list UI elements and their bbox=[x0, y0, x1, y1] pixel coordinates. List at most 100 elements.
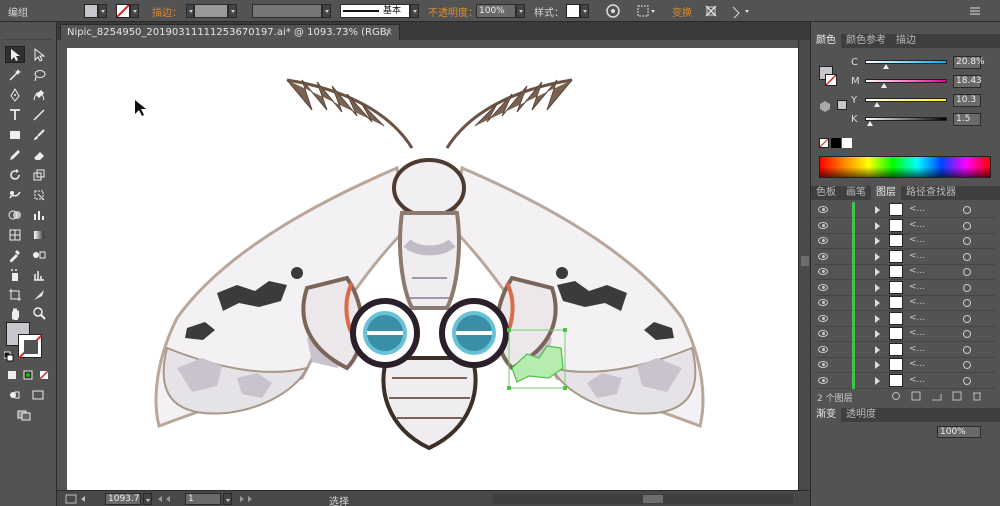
variable-width-dropdown[interactable] bbox=[252, 3, 331, 19]
black-swatch[interactable] bbox=[831, 138, 841, 148]
paintbrush-icon[interactable] bbox=[29, 126, 49, 143]
opacity-value[interactable]: 100% bbox=[476, 4, 516, 18]
artboard-dropdown-icon[interactable] bbox=[223, 493, 232, 505]
black-knob[interactable] bbox=[867, 121, 874, 126]
layer-row[interactable]: <... bbox=[815, 357, 995, 373]
fill-mode-none-icon[interactable] bbox=[34, 366, 54, 383]
horizontal-scroll-thumb[interactable] bbox=[643, 495, 663, 503]
tab-color[interactable]: 颜色 bbox=[811, 34, 841, 48]
stroke-color-swatch[interactable] bbox=[18, 334, 42, 358]
layer-name[interactable]: <... bbox=[909, 282, 925, 292]
expand-triangle-icon[interactable] bbox=[875, 221, 880, 230]
layer-row[interactable]: <... bbox=[815, 341, 995, 358]
layer-row[interactable]: <... bbox=[815, 295, 995, 311]
pencil-icon[interactable] bbox=[5, 146, 25, 163]
change-screen-mode-icon[interactable] bbox=[14, 406, 34, 423]
isolate-icon[interactable] bbox=[730, 3, 752, 19]
rectangle-tool-icon[interactable] bbox=[5, 126, 25, 143]
layer-name[interactable]: <... bbox=[909, 328, 925, 338]
panel-menu-icon[interactable] bbox=[968, 3, 982, 19]
target-circle-icon[interactable] bbox=[963, 237, 971, 245]
layer-name[interactable]: <... bbox=[909, 204, 925, 214]
symbol-sprayer-icon[interactable] bbox=[5, 266, 25, 283]
warp-tool-icon[interactable] bbox=[5, 186, 25, 203]
scale-tool-icon[interactable] bbox=[29, 166, 49, 183]
visibility-eye-icon[interactable] bbox=[818, 330, 828, 337]
lasso-icon[interactable] bbox=[29, 66, 49, 83]
target-circle-icon[interactable] bbox=[963, 361, 971, 369]
visibility-eye-icon[interactable] bbox=[818, 237, 828, 244]
type-tool-icon[interactable] bbox=[5, 106, 25, 123]
expand-triangle-icon[interactable] bbox=[875, 345, 880, 354]
brush-definition-dropdown[interactable]: 基本 bbox=[340, 3, 419, 19]
layer-row[interactable]: <... bbox=[815, 217, 995, 234]
expand-triangle-icon[interactable] bbox=[875, 376, 880, 385]
none-swatch[interactable] bbox=[819, 138, 829, 148]
layer-row[interactable]: <... bbox=[815, 248, 995, 265]
layer-name[interactable]: <... bbox=[909, 297, 925, 307]
rotate-tool-icon[interactable] bbox=[5, 166, 25, 183]
line-tool-icon[interactable] bbox=[29, 106, 49, 123]
zoom-dropdown-icon[interactable] bbox=[143, 493, 152, 505]
layer-name[interactable]: <... bbox=[909, 313, 925, 323]
first-artboard-icon[interactable] bbox=[157, 495, 181, 506]
color-spectrum[interactable] bbox=[819, 156, 991, 178]
locate-object-icon[interactable] bbox=[891, 391, 903, 404]
target-circle-icon[interactable] bbox=[963, 206, 971, 214]
layer-row[interactable]: <... bbox=[815, 233, 995, 249]
layer-name[interactable]: <... bbox=[909, 220, 925, 230]
yellow-slider[interactable]: Y 10.3 bbox=[851, 92, 1000, 108]
mesh-tool-icon[interactable] bbox=[5, 226, 25, 243]
layer-name[interactable]: <... bbox=[909, 375, 925, 385]
layer-row[interactable]: <... bbox=[815, 264, 995, 280]
yellow-knob[interactable] bbox=[874, 102, 881, 107]
artboard[interactable] bbox=[67, 48, 798, 490]
document-tab[interactable]: Nipic_8254950_20190311111253670197.ai* @… bbox=[60, 24, 400, 54]
transparency-opacity-field[interactable]: 100% bbox=[937, 426, 981, 438]
cyan-value[interactable]: 20.8% bbox=[953, 55, 985, 69]
selection-tool-icon[interactable] bbox=[5, 46, 25, 63]
target-circle-icon[interactable] bbox=[963, 299, 971, 307]
direct-selection-tool-icon[interactable] bbox=[29, 46, 49, 63]
artboard-number-field[interactable]: 1 bbox=[185, 493, 221, 505]
target-circle-icon[interactable] bbox=[963, 221, 971, 230]
layer-name[interactable]: <... bbox=[909, 251, 925, 261]
vertical-scrollbar[interactable] bbox=[798, 40, 810, 490]
tab-color-guide[interactable]: 颜色参考 bbox=[841, 34, 891, 48]
expand-triangle-icon[interactable] bbox=[875, 314, 880, 323]
black-slider[interactable]: K 1.5 bbox=[851, 111, 1000, 127]
expand-triangle-icon[interactable] bbox=[875, 206, 880, 214]
blend-tool-icon[interactable] bbox=[29, 246, 49, 263]
draw-mode-icon[interactable] bbox=[4, 386, 24, 403]
target-circle-icon[interactable] bbox=[963, 330, 971, 338]
white-swatch[interactable] bbox=[842, 138, 852, 148]
hand-tool-icon[interactable] bbox=[5, 304, 25, 321]
target-circle-icon[interactable] bbox=[963, 314, 971, 323]
magic-wand-icon[interactable] bbox=[5, 66, 25, 83]
layer-row[interactable]: <... bbox=[815, 202, 995, 218]
target-circle-icon[interactable] bbox=[963, 345, 971, 354]
gamut-swatch[interactable] bbox=[837, 100, 847, 110]
canvas-workspace[interactable] bbox=[57, 40, 798, 490]
expand-triangle-icon[interactable] bbox=[875, 268, 880, 276]
layer-name[interactable]: <... bbox=[909, 344, 925, 354]
expand-triangle-icon[interactable] bbox=[875, 252, 880, 261]
visibility-eye-icon[interactable] bbox=[818, 221, 828, 229]
fill-swatch-control[interactable] bbox=[84, 3, 107, 19]
target-circle-icon[interactable] bbox=[963, 283, 971, 292]
horizontal-scrollbar[interactable] bbox=[493, 494, 793, 504]
layer-row[interactable]: <... bbox=[815, 279, 995, 296]
color-panel-stroke-swatch[interactable] bbox=[825, 74, 837, 86]
tab-gradient[interactable]: 渐变 bbox=[811, 408, 841, 422]
artboard-tool-icon[interactable] bbox=[5, 286, 25, 303]
visibility-eye-icon[interactable] bbox=[818, 283, 828, 291]
visibility-eye-icon[interactable] bbox=[818, 268, 828, 275]
clipping-mask-icon[interactable] bbox=[911, 391, 923, 404]
curvature-tool-icon[interactable] bbox=[29, 86, 49, 103]
free-transform-icon[interactable] bbox=[29, 186, 49, 203]
visibility-eye-icon[interactable] bbox=[818, 299, 828, 306]
new-layer-icon[interactable] bbox=[951, 391, 963, 404]
tab-brushes[interactable]: 画笔 bbox=[841, 186, 871, 200]
transform-icon[interactable] bbox=[704, 3, 718, 19]
graph-tool-icon[interactable] bbox=[29, 206, 49, 223]
